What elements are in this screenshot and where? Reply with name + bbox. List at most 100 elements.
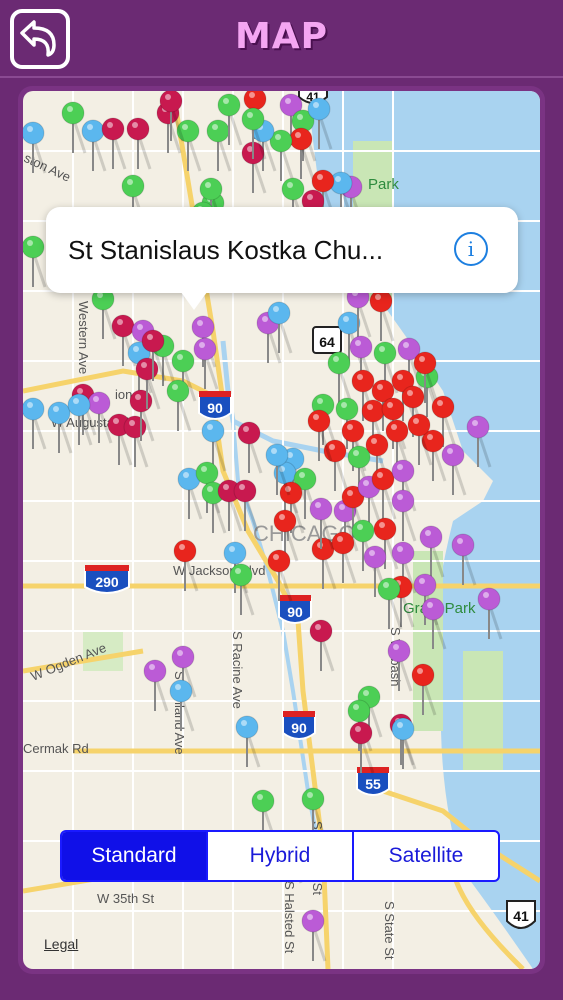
map-pin-highlight bbox=[197, 320, 203, 326]
map-pin[interactable] bbox=[331, 531, 357, 584]
map-pin-highlight bbox=[141, 362, 147, 368]
map-pin[interactable] bbox=[237, 421, 263, 474]
map-pin-highlight bbox=[417, 668, 423, 674]
label-w-35th: W 35th St bbox=[97, 891, 154, 906]
map-pin[interactable] bbox=[123, 415, 149, 468]
map-pin-head bbox=[273, 509, 297, 533]
map-pin[interactable] bbox=[23, 235, 47, 288]
map-pin-head bbox=[279, 481, 303, 505]
map-pin-head bbox=[307, 97, 331, 121]
map-pin-highlight bbox=[367, 404, 373, 410]
map-pin-highlight bbox=[371, 438, 377, 444]
map-pin[interactable] bbox=[289, 127, 315, 180]
map-pin-highlight bbox=[333, 356, 339, 362]
map-pin[interactable] bbox=[327, 351, 353, 404]
map-pin-shadow bbox=[403, 738, 417, 770]
map-pin-highlight bbox=[201, 466, 207, 472]
map-pin-head bbox=[166, 379, 190, 403]
map-pin-head bbox=[223, 541, 247, 565]
map-pin-head bbox=[241, 107, 265, 131]
map-pin[interactable] bbox=[143, 659, 169, 712]
map-pin-highlight bbox=[299, 472, 305, 478]
map-pin-highlight bbox=[133, 346, 139, 352]
page-title: MAP bbox=[234, 16, 329, 57]
map-pin[interactable] bbox=[166, 379, 192, 432]
map-pin-highlight bbox=[427, 602, 433, 608]
map-type-segmented-control[interactable]: Standard Hybrid Satellite bbox=[60, 830, 500, 882]
map-pin-shadow bbox=[218, 140, 232, 172]
pin-callout[interactable]: St Stanislaus Kostka Chu... i bbox=[46, 207, 518, 293]
map-pin-highlight bbox=[369, 550, 375, 556]
map-pin-highlight bbox=[183, 472, 189, 478]
map-pin-highlight bbox=[377, 384, 383, 390]
map-pin-head bbox=[87, 391, 111, 415]
i290-label: 290 bbox=[95, 574, 119, 590]
map-pin[interactable] bbox=[206, 119, 232, 172]
segment-standard[interactable]: Standard bbox=[62, 832, 206, 880]
map-pin[interactable] bbox=[441, 443, 467, 496]
map-pin-head bbox=[265, 443, 289, 467]
shield-il64: 64 bbox=[312, 326, 342, 354]
map-pin-shadow bbox=[33, 256, 47, 288]
map-pin-highlight bbox=[427, 434, 433, 440]
map-pin-highlight bbox=[165, 94, 171, 100]
map-pin[interactable] bbox=[369, 289, 395, 342]
map-pin-head bbox=[289, 127, 313, 151]
label-ston-ave: ston Ave bbox=[23, 150, 73, 185]
map-pin[interactable] bbox=[391, 717, 417, 770]
map-pin-head bbox=[466, 415, 490, 439]
info-icon[interactable]: i bbox=[454, 232, 488, 266]
map-pin-head bbox=[81, 119, 105, 143]
map-pin-highlight bbox=[339, 504, 345, 510]
map-pin-highlight bbox=[315, 502, 321, 508]
map-pin-head bbox=[337, 311, 361, 335]
callout-pointer bbox=[178, 288, 210, 310]
legal-link[interactable]: Legal bbox=[44, 936, 78, 952]
map-pin[interactable] bbox=[235, 715, 261, 768]
map-pin-shadow bbox=[343, 552, 357, 584]
map-pin[interactable] bbox=[23, 397, 47, 450]
map-pin-shadow bbox=[178, 400, 192, 432]
map-pin-head bbox=[199, 177, 223, 201]
map-pin-highlight bbox=[307, 914, 313, 920]
map-pin-head bbox=[23, 397, 45, 421]
map-pin[interactable] bbox=[61, 101, 87, 154]
map-pin-head bbox=[387, 639, 411, 663]
map-pin-head bbox=[327, 351, 351, 375]
map-pin[interactable] bbox=[81, 119, 107, 172]
map-pin-highlight bbox=[379, 346, 385, 352]
map-pin-highlight bbox=[307, 792, 313, 798]
map-pin[interactable] bbox=[267, 549, 293, 602]
map-pin-shadow bbox=[188, 140, 202, 172]
map-pin-highlight bbox=[262, 316, 268, 322]
map-pin-head bbox=[126, 117, 150, 141]
map-pin-highlight bbox=[67, 106, 73, 112]
map-pin[interactable] bbox=[101, 117, 127, 170]
map-pin-highlight bbox=[129, 420, 135, 426]
map-pin-highlight bbox=[483, 592, 489, 598]
map-pin[interactable] bbox=[309, 619, 335, 672]
map-pin-head bbox=[307, 409, 331, 433]
map-pin-highlight bbox=[437, 400, 443, 406]
map-pin-head bbox=[331, 531, 355, 555]
map-pin-head bbox=[267, 549, 291, 573]
map-pin-highlight bbox=[317, 174, 323, 180]
map-pin-highlight bbox=[27, 126, 33, 132]
map-pin-head bbox=[369, 289, 393, 313]
segment-hybrid[interactable]: Hybrid bbox=[206, 832, 352, 880]
map-pin[interactable] bbox=[301, 909, 327, 962]
map-pin[interactable] bbox=[126, 117, 152, 170]
map-pin[interactable] bbox=[269, 129, 295, 182]
map-pin-head bbox=[47, 401, 71, 425]
map-pin[interactable] bbox=[377, 577, 403, 630]
map-pin-highlight bbox=[329, 444, 335, 450]
map-pin[interactable] bbox=[91, 287, 117, 340]
map-pin[interactable] bbox=[307, 409, 333, 462]
map-pin-highlight bbox=[391, 424, 397, 430]
map-pin-highlight bbox=[93, 396, 99, 402]
map-pin-head bbox=[347, 445, 371, 469]
i55-label: 55 bbox=[365, 776, 381, 792]
segment-satellite[interactable]: Satellite bbox=[352, 832, 498, 880]
map-pin-highlight bbox=[313, 102, 319, 108]
shield-i290: 290 bbox=[84, 565, 130, 594]
